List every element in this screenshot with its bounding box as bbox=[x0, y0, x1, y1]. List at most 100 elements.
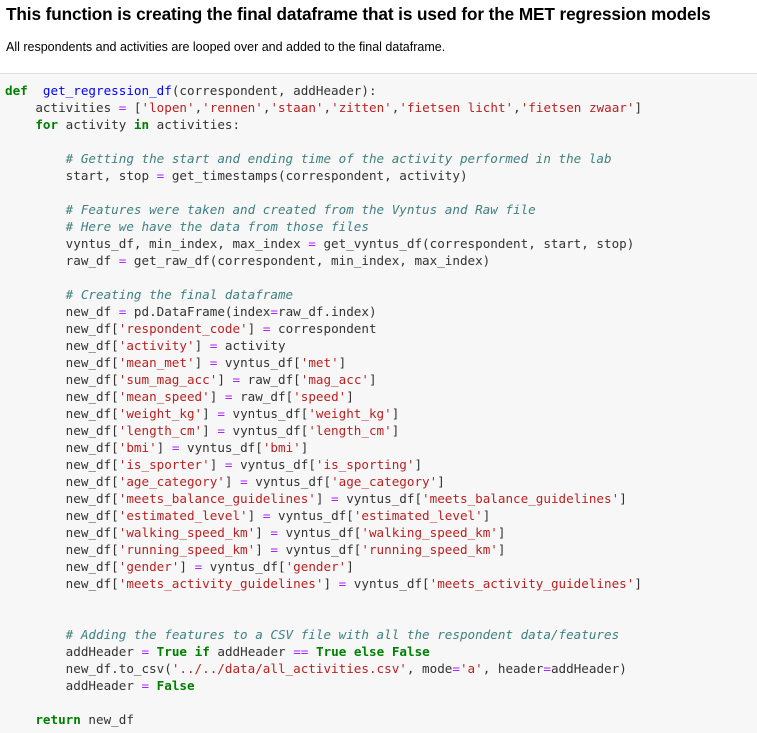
code-token: new_df[ bbox=[5, 440, 119, 455]
code-token: def bbox=[5, 83, 28, 98]
code-token: = bbox=[270, 525, 278, 540]
code-token: 'meets_activity_guidelines' bbox=[429, 576, 635, 591]
code-token: ] bbox=[482, 508, 491, 523]
code-token: ] bbox=[300, 440, 309, 455]
code-token: = bbox=[452, 661, 460, 676]
code-token: raw_df.index) bbox=[277, 304, 377, 319]
code-line: new_df['is_sporter'] = vyntus_df['is_spo… bbox=[5, 456, 642, 473]
code-token: new_df[ bbox=[5, 457, 119, 472]
code-token: 'staan' bbox=[270, 100, 324, 115]
code-token: 'walking_speed_km' bbox=[361, 525, 498, 540]
code-token: , bbox=[323, 100, 332, 115]
code-token: ] bbox=[414, 457, 423, 472]
code-token: False bbox=[156, 678, 195, 693]
code-token: get_vyntus_df(correspondent, start, stop… bbox=[315, 236, 635, 251]
code-token: activities: bbox=[149, 117, 241, 132]
code-token: addHeader bbox=[209, 644, 294, 659]
code-token: , header bbox=[482, 661, 544, 676]
code-line: vyntus_df, min_index, max_index = get_vy… bbox=[5, 235, 642, 252]
code-token: '../../data/all_activities.csv' bbox=[171, 661, 407, 676]
code-token: 'bmi' bbox=[118, 440, 157, 455]
code-token: ] bbox=[346, 389, 354, 404]
code-token: activity bbox=[217, 338, 286, 353]
code-token: vyntus_df[ bbox=[277, 542, 362, 557]
code-token: [ bbox=[126, 100, 142, 115]
code-token: 'meets_balance_guidelines' bbox=[118, 491, 316, 506]
code-token: raw_df[ bbox=[240, 372, 301, 387]
code-token: ] bbox=[315, 491, 332, 506]
code-token: vyntus_df[ bbox=[232, 457, 316, 472]
code-line: start, stop = get_timestamps(corresponde… bbox=[5, 167, 642, 184]
code-line: new_df['meets_balance_guidelines'] = vyn… bbox=[5, 490, 642, 507]
code-token: = bbox=[141, 678, 150, 693]
code-token: new_df[ bbox=[5, 389, 119, 404]
code-token: ] bbox=[247, 321, 263, 336]
code-token: ] bbox=[156, 440, 172, 455]
code-token: # Adding the features to a CSV file with… bbox=[65, 627, 620, 642]
code-line: new_df['sum_mag_acc'] = raw_df['mag_acc'… bbox=[5, 371, 642, 388]
code-token: 'meets_activity_guidelines' bbox=[118, 576, 324, 591]
code-token: get_timestamps(correspondent, activity) bbox=[164, 168, 468, 183]
code-token: 'meets_balance_guidelines' bbox=[422, 491, 620, 506]
code-token: ] bbox=[497, 542, 506, 557]
code-token: new_df[ bbox=[5, 423, 119, 438]
code-token: 'is_sporting' bbox=[315, 457, 415, 472]
code-token: else bbox=[353, 644, 385, 659]
code-token: new_df[ bbox=[5, 508, 119, 523]
code-token: # Creating the final dataframe bbox=[65, 287, 294, 302]
code-token: ] bbox=[255, 525, 271, 540]
code-line: # Getting the start and ending time of t… bbox=[5, 150, 642, 167]
code-line: new_df['walking_speed_km'] = vyntus_df['… bbox=[5, 524, 642, 541]
code-token: new_df[ bbox=[5, 355, 119, 370]
code-token: new_df[ bbox=[5, 491, 119, 506]
code-token: ] bbox=[247, 508, 263, 523]
code-token: True bbox=[315, 644, 347, 659]
code-editor[interactable]: def get_regression_df(correspondent, add… bbox=[5, 82, 642, 728]
code-token: ] bbox=[217, 372, 233, 387]
code-token: new_df[ bbox=[5, 559, 119, 574]
code-token: = bbox=[270, 542, 278, 557]
markdown-title: This function is creating the final data… bbox=[6, 4, 711, 24]
code-token: 'a' bbox=[459, 661, 483, 676]
code-token: new_df[ bbox=[5, 321, 119, 336]
code-token: ] bbox=[202, 423, 218, 438]
code-token: 'mean_met' bbox=[118, 355, 195, 370]
code-token: ] bbox=[619, 491, 627, 506]
code-token: ] bbox=[634, 576, 642, 591]
code-token: 'is_sporter' bbox=[118, 457, 210, 472]
code-token: ] bbox=[437, 474, 445, 489]
code-line: addHeader = True if addHeader == True el… bbox=[5, 643, 642, 660]
code-token: new_df bbox=[80, 712, 134, 727]
code-token: = bbox=[543, 661, 551, 676]
notebook-page: This function is creating the final data… bbox=[0, 0, 757, 733]
code-token: 'length_cm' bbox=[308, 423, 392, 438]
code-token: ] bbox=[202, 406, 218, 421]
code-token: 'lopen' bbox=[141, 100, 195, 115]
code-token: vyntus_df[ bbox=[346, 576, 430, 591]
code-token: = bbox=[224, 389, 233, 404]
code-token: = bbox=[331, 491, 339, 506]
code-line: new_df['length_cm'] = vyntus_df['length_… bbox=[5, 422, 642, 439]
code-token: 'zitten' bbox=[331, 100, 392, 115]
code-token: ] bbox=[209, 389, 225, 404]
code-token: , bbox=[513, 100, 521, 115]
code-line: # Features were taken and created from t… bbox=[5, 201, 642, 218]
code-token: ] bbox=[391, 423, 400, 438]
code-token: activity bbox=[58, 117, 134, 132]
code-token: 'running_speed_km' bbox=[361, 542, 498, 557]
code-token: = bbox=[232, 372, 241, 387]
code-token: , mode bbox=[406, 661, 453, 676]
code-cell[interactable]: def get_regression_df(correspondent, add… bbox=[0, 73, 757, 733]
code-token: 'fietsen zwaar' bbox=[520, 100, 635, 115]
code-token: # Features were taken and created from t… bbox=[65, 202, 536, 217]
code-line: new_df.to_csv('../../data/all_activities… bbox=[5, 660, 642, 677]
